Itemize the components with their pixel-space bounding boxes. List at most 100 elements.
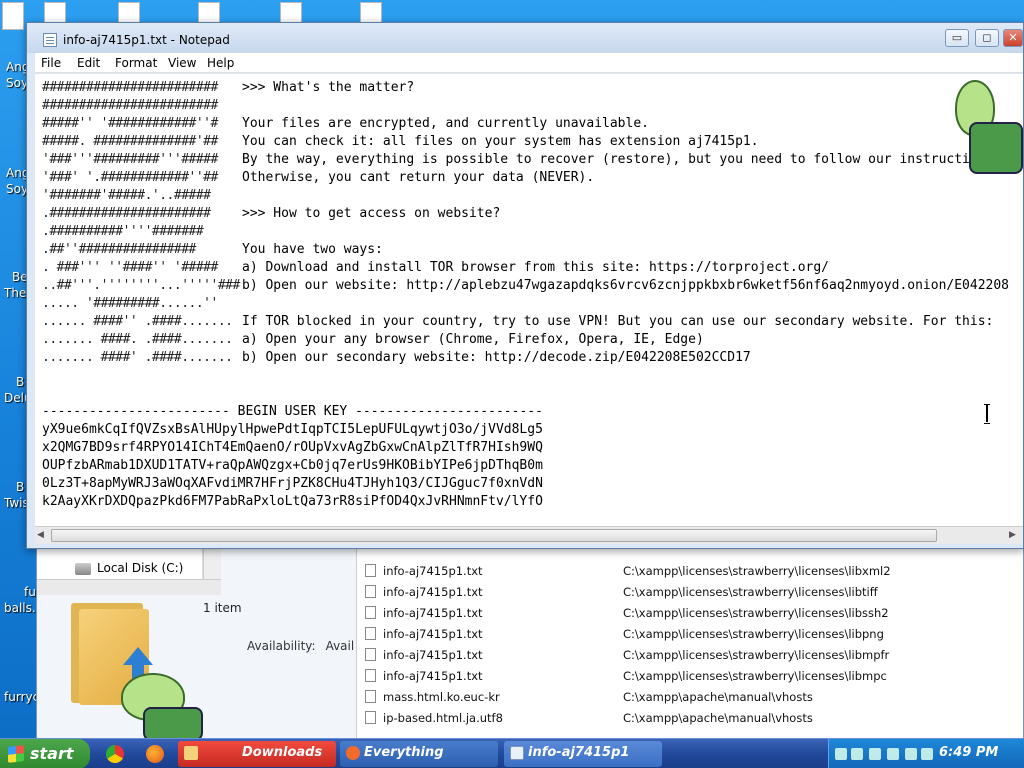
text-line: If TOR blocked in your country, try to u… — [242, 314, 994, 329]
text-file-icon — [365, 648, 376, 661]
file-path: C:\xampp\apache\manual\vhosts — [623, 711, 813, 725]
folder-icon — [184, 746, 198, 760]
text-file-icon — [365, 669, 376, 682]
clock[interactable]: 6:49 PM — [939, 745, 998, 760]
text-line: >>> What's the matter? — [242, 80, 415, 95]
title-bar[interactable]: info-aj7415p1.txt - Notepad ▭ ◻ ✕ — [27, 23, 1023, 53]
scroll-thumb[interactable] — [51, 529, 937, 542]
desktop-icon-label[interactable]: The — [4, 286, 26, 300]
taskbar: start Downloads Everything info-aj7415p1… — [0, 738, 1024, 768]
file-name: ip-based.html.ja.utf8 — [383, 711, 503, 725]
volume-icon[interactable] — [921, 748, 933, 760]
ascii-art-line: .###################### — [42, 206, 211, 221]
close-button[interactable]: ✕ — [1003, 29, 1023, 47]
desktop-icon-label[interactable]: balls. — [4, 601, 36, 615]
file-list: info-aj7415p1.txt C:\xampp\licenses\stra… — [359, 531, 1024, 741]
search-icon — [346, 746, 360, 760]
ascii-art-line: ..##'''.''''''''...'''''### — [42, 278, 240, 293]
ascii-art-line: '###' '.############''## — [42, 170, 218, 185]
text-line: Your files are encrypted, and currently … — [242, 116, 649, 131]
user-key-line: OUPfzbARmab1DXUD1TATV+raQpAWQzgx+Cb0jq7e… — [42, 458, 543, 473]
antivirus-icon[interactable] — [869, 748, 881, 760]
file-row[interactable]: info-aj7415p1.txt C:\xampp\licenses\stra… — [359, 644, 1024, 665]
firefox-icon[interactable] — [146, 745, 164, 763]
user-key-line: k2AayXKrDXDQpazPkd6FM7PabRaPxloLtQa73rR8… — [42, 494, 543, 509]
system-tray: 6:49 PM — [828, 739, 1024, 768]
notepad-window: info-aj7415p1.txt - Notepad ▭ ◻ ✕ File E… — [26, 22, 1024, 549]
text-editor[interactable]: ######################## ###############… — [35, 74, 1023, 526]
task-notepad[interactable]: info-aj7415p1 — [504, 741, 662, 767]
desktop-icon-label[interactable]: B — [16, 480, 24, 494]
display-icon[interactable] — [905, 748, 917, 760]
desktop-icon-label[interactable]: B — [16, 375, 24, 389]
scroll-right-icon[interactable]: ▶ — [1009, 530, 1019, 540]
text-line: By the way, everything is possible to re… — [242, 152, 1002, 167]
task-downloads[interactable]: Downloads — [178, 741, 336, 767]
file-name: info-aj7415p1.txt — [383, 564, 483, 578]
horizontal-scrollbar[interactable]: ◀ ▶ — [35, 526, 1023, 544]
task-label: info-aj7415p1 — [528, 745, 630, 760]
ascii-art-line: ######################## — [42, 80, 218, 95]
nav-horizontal-scrollbar[interactable] — [37, 579, 221, 595]
text-line: b) Open our website: http://aplebzu47wga… — [242, 278, 1010, 293]
ascii-art-line: ..... '#########......'' — [42, 296, 218, 311]
ascii-art-line: #####'' '############''# — [42, 116, 218, 131]
file-path: C:\xampp\licenses\strawberry\licenses\li… — [623, 669, 887, 683]
text-file-icon — [365, 585, 376, 598]
menu-bar: File Edit Format View Help — [35, 53, 1023, 73]
availability-field: Availability: Avail — [247, 639, 354, 653]
text-line: Otherwise, you cant return your data (NE… — [242, 170, 595, 185]
hard-disk-icon — [75, 563, 91, 575]
ascii-art-line: ....... ####. .####....... — [42, 332, 233, 347]
desktop-icon-label[interactable]: fu — [24, 585, 36, 599]
file-row[interactable]: info-aj7415p1.txt C:\xampp\licenses\stra… — [359, 665, 1024, 686]
desktop-icon-label[interactable]: furryc — [4, 690, 39, 704]
desktop-file-icon[interactable] — [2, 2, 24, 30]
file-name: info-aj7415p1.txt — [383, 648, 483, 662]
user-key-header: ------------------------ BEGIN USER KEY … — [42, 404, 543, 419]
menu-format[interactable]: Format — [115, 56, 157, 70]
user-key-line: yX9ue6mkCqIfQVZsxBsAlHUpylHpwePdtIqpTCI5… — [42, 422, 543, 437]
sync-icon[interactable] — [887, 748, 899, 760]
file-row[interactable]: info-aj7415p1.txt C:\xampp\licenses\stra… — [359, 560, 1024, 581]
file-name: info-aj7415p1.txt — [383, 627, 483, 641]
user-key-line: x2QMG7BD9srf4RPYO14IChT4EmQaenO/rOUpVxvA… — [42, 440, 543, 455]
task-label: Everything — [364, 745, 444, 760]
file-row[interactable]: info-aj7415p1.txt C:\xampp\licenses\stra… — [359, 623, 1024, 644]
file-row[interactable]: info-aj7415p1.txt C:\xampp\licenses\stra… — [359, 602, 1024, 623]
maximize-button[interactable]: ◻ — [975, 29, 999, 47]
ascii-art-line: '###'''#########'''##### — [42, 152, 218, 167]
desktop-icon-label[interactable]: Soy — [6, 182, 28, 196]
menu-edit[interactable]: Edit — [77, 56, 100, 70]
show-hidden-icon[interactable] — [835, 748, 847, 760]
explorer-left-pane: Local Disk (C:) 1 item Availability: Avai… — [37, 531, 357, 741]
text-file-icon — [365, 606, 376, 619]
chrome-icon[interactable] — [106, 745, 124, 763]
menu-file[interactable]: File — [41, 56, 61, 70]
text-line: a) Download and install TOR browser from… — [242, 260, 829, 275]
file-row[interactable]: ip-based.html.ja.utf8 C:\xampp\apache\ma… — [359, 707, 1024, 728]
desktop-icon-label[interactable]: Soy — [6, 76, 28, 90]
minimize-button[interactable]: ▭ — [945, 29, 969, 47]
scroll-left-icon[interactable]: ◀ — [37, 530, 47, 540]
nav-item-local-disk[interactable]: Local Disk (C:) — [97, 561, 183, 575]
character-sticker — [103, 667, 223, 741]
availability-value: Avail — [325, 639, 355, 653]
window-title: info-aj7415p1.txt - Notepad — [63, 33, 230, 47]
text-line: >>> How to get access on website? — [242, 206, 501, 221]
character-sticker — [935, 76, 1023, 176]
file-name: info-aj7415p1.txt — [383, 606, 483, 620]
network-icon[interactable] — [851, 748, 863, 760]
menu-help[interactable]: Help — [207, 56, 234, 70]
availability-label: Availability: — [247, 639, 316, 653]
text-line: You have two ways: — [242, 242, 383, 257]
text-line: You can check it: all files on your syst… — [242, 134, 759, 149]
text-file-icon — [365, 627, 376, 640]
file-row[interactable]: mass.html.ko.euc-kr C:\xampp\apache\manu… — [359, 686, 1024, 707]
notepad-icon — [43, 33, 57, 47]
menu-view[interactable]: View — [168, 56, 196, 70]
task-everything[interactable]: Everything — [340, 741, 498, 767]
file-row[interactable]: info-aj7415p1.txt C:\xampp\licenses\stra… — [359, 581, 1024, 602]
explorer-window: Local Disk (C:) 1 item Availability: Avai… — [36, 530, 1024, 741]
start-button[interactable]: start — [0, 739, 90, 768]
